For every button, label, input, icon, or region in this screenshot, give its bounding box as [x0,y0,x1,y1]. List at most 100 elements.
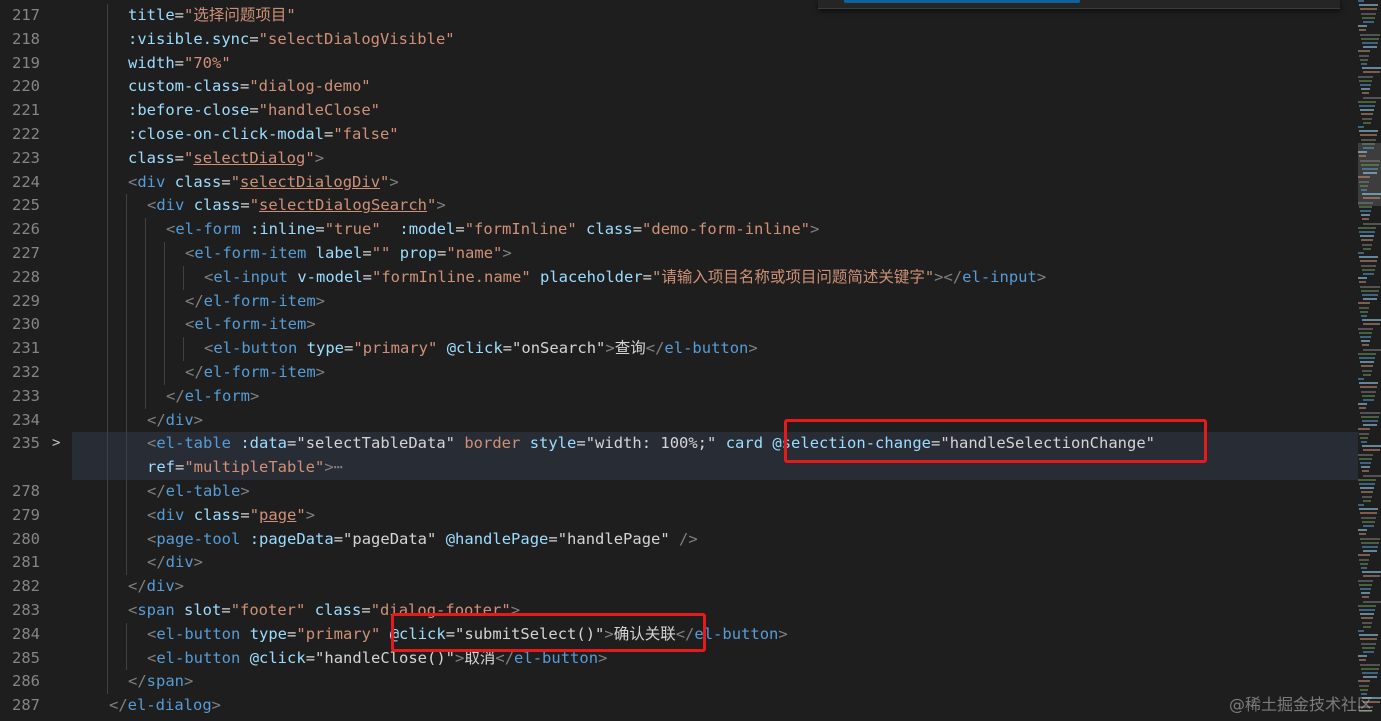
code-line[interactable]: class="selectDialog"> [72,146,1358,171]
code-token: type [306,339,345,358]
gutter-row [0,456,72,480]
code-token: < [185,315,195,334]
indent-guide [126,456,127,480]
code-token: :data [240,434,288,453]
code-line[interactable]: <el-form-item label="" prop="name"> [72,242,1358,266]
code-line[interactable]: </el-dialog> [72,694,1358,718]
code-token: el-button [156,648,241,667]
code-line[interactable]: </div> [72,575,1358,599]
line-number: 225 [12,196,40,215]
minimap-stroke [1362,294,1378,296]
code-editor[interactable]: 217 218 219 220 221 222 223 224 225 226 227 228 229 2… [0,0,1381,721]
minimap-stroke [1361,315,1367,317]
code-line[interactable]: </div> [72,551,1358,576]
indent-guide [126,527,127,552]
minimap-stroke [1361,340,1370,343]
code-token: @click [249,648,306,667]
code-token: style [529,434,577,453]
code-line[interactable]: <el-button type="primary" @click="submit… [72,622,1358,647]
minimap-stroke [1362,672,1378,674]
code-token: > [211,696,222,715]
code-token: selectDialogDiv [240,172,381,191]
code-token: = [548,529,558,548]
minimap-stroke [1358,100,1376,103]
code-token: > [193,410,204,429]
indent-guide [126,289,127,314]
code-token: class [128,148,175,167]
code-line[interactable]: <page-tool :pageData="pageData" @handleP… [72,527,1358,552]
minimap-stroke [1363,651,1374,653]
find-input[interactable] [844,0,1080,3]
gutter-row: 283 [0,599,72,623]
minimap-stroke [1359,407,1366,410]
code-token: </ [166,386,185,405]
minimap-stroke [1360,134,1377,137]
code-token: < [204,267,214,286]
indent-guide [107,146,108,171]
code-line[interactable]: custom-class="dialog-demo" [72,75,1358,100]
code-token: </ [128,672,147,691]
code-area[interactable]: </el-dialog> </span> <el-button @click="ha… [72,0,1358,721]
code-line[interactable]: :before-close="handleClose" [72,99,1358,123]
minimap-stroke [1360,386,1377,389]
minimap-stroke [1362,193,1381,196]
code-line[interactable]: width="70%" [72,51,1358,76]
code-line[interactable]: <el-form :inline="true" :model="formInli… [72,218,1358,242]
code-token: " [427,196,437,215]
code-token: el-table [165,482,241,500]
code-line[interactable]: </el-form-item> [72,289,1358,314]
find-widget[interactable] [818,0,1340,9]
gutter-row: 220 [0,75,72,99]
minimap-stroke [1363,348,1381,351]
code-line[interactable]: <div class="selectDialogDiv"> [72,170,1358,195]
code-token: ref [147,458,175,477]
minimap-stroke [1360,8,1377,11]
code-line[interactable]: :close-on-click-modal="false" [72,123,1358,147]
code-line[interactable]: <el-input v-model="formInline.name" plac… [72,265,1358,290]
code-line[interactable]: </el-form-item> [72,361,1358,385]
code-token: el-form [184,386,250,405]
code-token: "dialog-demo" [249,77,371,96]
code-line[interactable]: <span slot="footer" class="dialog-footer… [72,599,1358,623]
code-line[interactable]: <el-form-item> [72,313,1358,338]
fold-chevron-icon[interactable]: > [52,432,60,456]
minimap-stroke [1358,226,1376,229]
code-token: = [174,148,185,167]
code-token: = [361,601,371,619]
minimap-stroke [1362,470,1369,473]
indent-guide [107,646,108,671]
code-token: :inline [250,220,316,239]
minimap-stroke [1363,373,1371,376]
code-line[interactable]: <div class="selectDialogSearch"> [72,194,1358,219]
minimap-stroke [1359,609,1375,611]
code-text: </el-form> [166,385,259,409]
minimap-stroke [1361,63,1367,65]
code-token: = [221,601,231,619]
minimap-stroke [1361,642,1376,645]
line-number: 222 [12,125,40,143]
code-line[interactable]: <el-button type="primary" @click="onSear… [72,337,1358,361]
minimap-stroke [1363,323,1380,326]
code-line[interactable]: </span> [72,670,1358,695]
code-line[interactable]: </el-form> [72,384,1358,409]
line-number: 280 [12,529,40,548]
minimap-stroke [1360,663,1380,666]
minimap-stroke [1363,676,1377,679]
code-line[interactable]: </el-table> [72,480,1358,504]
code-token: "footer" [230,601,306,619]
code-line[interactable]: <div class="page"> [72,503,1358,528]
code-line[interactable]: :visible.sync="selectDialogVisible" [72,27,1358,52]
code-line[interactable]: <el-button @click="handleClose()">取消</el… [72,646,1358,671]
code-token: class [314,601,362,619]
minimap-stroke [1360,84,1371,86]
code-token: "formInline" [464,220,577,239]
code-token: " [249,505,260,524]
code-token: < [147,529,157,548]
code-token: "width: 100%;" [585,434,717,453]
minimap[interactable] [1358,0,1381,721]
